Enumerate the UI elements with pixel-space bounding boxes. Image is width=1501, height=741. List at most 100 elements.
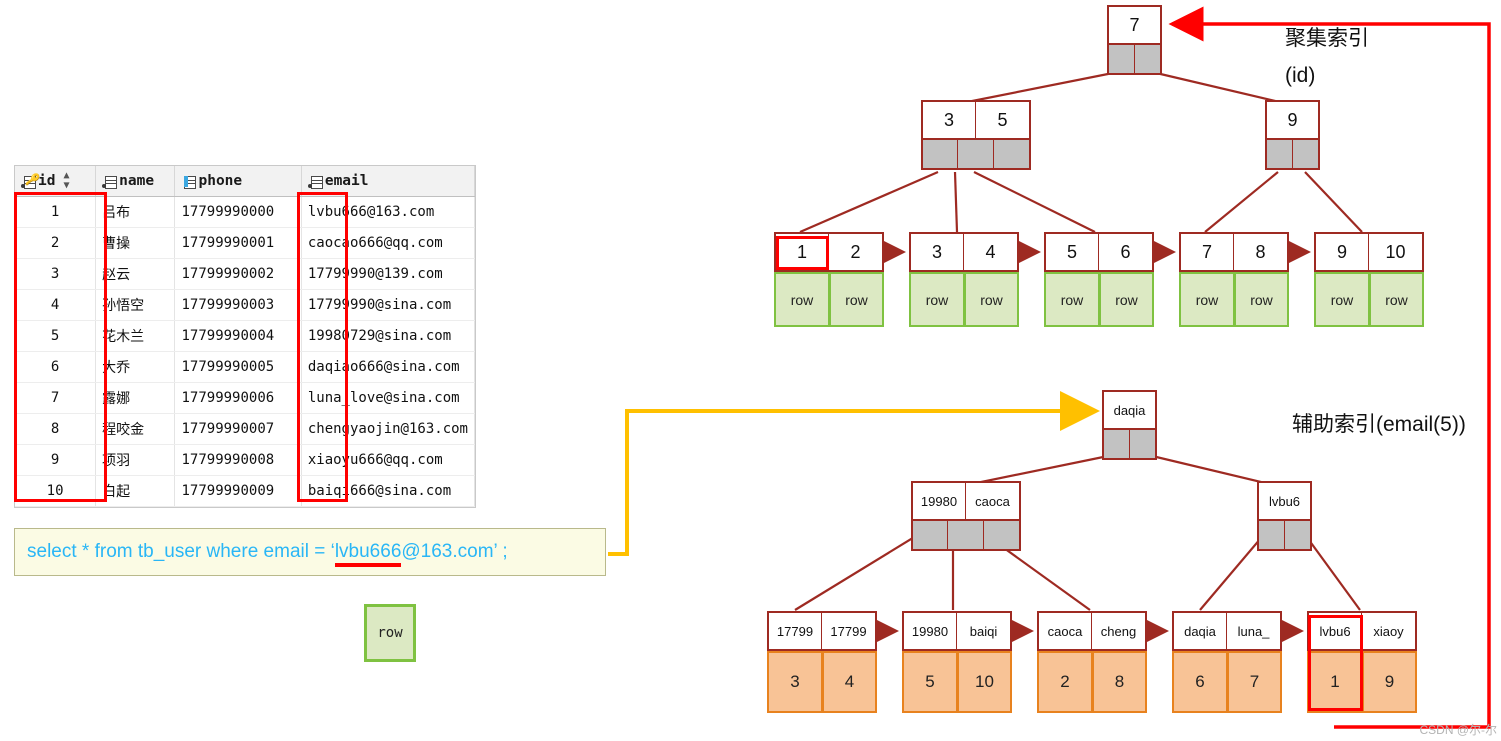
secondary-internal-node-left: 19980caoca <box>911 481 1021 551</box>
leaf-data-row: 28 <box>1037 651 1147 713</box>
cell-id[interactable]: 2 <box>15 228 96 259</box>
node-pointer-row <box>921 140 1031 170</box>
cell-id[interactable]: 1 <box>15 197 96 228</box>
cell-id[interactable]: 6 <box>15 352 96 383</box>
cell-name[interactable]: 项羽 <box>96 445 175 476</box>
cell-id[interactable]: 5 <box>15 321 96 352</box>
leaf-data-cell: 2 <box>1037 651 1092 713</box>
cell-name[interactable]: 曹操 <box>96 228 175 259</box>
column-header-name[interactable]: name <box>96 166 175 197</box>
cell-phone[interactable]: 17799990001 <box>175 228 301 259</box>
cell-id[interactable]: 3 <box>15 259 96 290</box>
node-key-cell: caoca <box>966 483 1019 519</box>
cell-email[interactable]: chengyaojin@163.com <box>301 414 474 445</box>
cell-email[interactable]: 17799990@139.com <box>301 259 474 290</box>
cell-email[interactable]: caocao666@qq.com <box>301 228 474 259</box>
cell-email[interactable]: 19980729@sina.com <box>301 321 474 352</box>
cell-phone[interactable]: 17799990003 <box>175 290 301 321</box>
cell-id[interactable]: 8 <box>15 414 96 445</box>
clustered-leaf-node: 78rowrow <box>1179 232 1289 327</box>
column-header-id[interactable]: 🔑 id ▲▼ <box>15 166 96 197</box>
leaf-key-row: 19980baiqi <box>902 611 1012 651</box>
secondary-root-node: daqia <box>1102 390 1157 460</box>
node-key-row: 35 <box>921 100 1031 140</box>
cell-phone[interactable]: 17799990006 <box>175 383 301 414</box>
column-header-email[interactable]: email <box>301 166 474 197</box>
secondary-internal-node-right: lvbu6 <box>1257 481 1312 551</box>
table-row[interactable]: 10白起17799990009baiqi666@sina.com <box>15 476 475 507</box>
node-key-cell: 9 <box>1267 102 1318 138</box>
sql-query-box[interactable]: select * from tb_user where email = ‘lvb… <box>14 528 606 576</box>
clustered-leaf-node: 910rowrow <box>1314 232 1424 327</box>
leaf-data-cell: 3 <box>767 651 822 713</box>
table-row[interactable]: 7露娜17799990006luna_love@sina.com <box>15 383 475 414</box>
cell-name[interactable]: 大乔 <box>96 352 175 383</box>
sql-to-secondary-index-arrow <box>608 411 1096 554</box>
leaf-data-cell: 5 <box>902 651 957 713</box>
node-pointer-cell <box>913 521 948 549</box>
leaf-key-cell: lvbu6 <box>1309 613 1362 649</box>
leaf-key-row: 78 <box>1179 232 1289 272</box>
node-pointer-cell <box>1259 521 1285 549</box>
node-pointer-row <box>1265 140 1320 170</box>
clustered-index-label: 聚集索引 <box>1285 22 1369 52</box>
cell-id[interactable]: 9 <box>15 445 96 476</box>
cell-phone[interactable]: 17799990004 <box>175 321 301 352</box>
leaf-key-cell: 19980 <box>904 613 957 649</box>
table-row[interactable]: 3赵云1779999000217799990@139.com <box>15 259 475 290</box>
leaf-data-cell: row <box>774 272 829 327</box>
cell-name[interactable]: 白起 <box>96 476 175 507</box>
user-data-table[interactable]: 🔑 id ▲▼ name phone <box>14 165 476 508</box>
cell-name[interactable]: 花木兰 <box>96 321 175 352</box>
leaf-data-row: rowrow <box>1179 272 1289 327</box>
leaf-key-cell: daqia <box>1174 613 1227 649</box>
leaf-key-cell: 17799 <box>769 613 822 649</box>
leaf-key-cell: cheng <box>1092 613 1145 649</box>
node-pointer-cell <box>958 140 993 168</box>
node-pointer-cell <box>994 140 1029 168</box>
table-row[interactable]: 4孙悟空1779999000317799990@sina.com <box>15 290 475 321</box>
cell-email[interactable]: luna_love@sina.com <box>301 383 474 414</box>
table-row[interactable]: 1吕布17799990000lvbu666@163.com <box>15 197 475 228</box>
node-key-row: 7 <box>1107 5 1162 45</box>
cell-name[interactable]: 孙悟空 <box>96 290 175 321</box>
column-header-name-label: name <box>119 173 154 189</box>
cell-name[interactable]: 赵云 <box>96 259 175 290</box>
table-row[interactable]: 8程咬金17799990007chengyaojin@163.com <box>15 414 475 445</box>
cell-phone[interactable]: 17799990009 <box>175 476 301 507</box>
leaf-data-cell: 10 <box>957 651 1012 713</box>
leaf-key-cell: 6 <box>1099 234 1152 270</box>
cell-email[interactable]: baiqi666@sina.com <box>301 476 474 507</box>
cell-email[interactable]: xiaoyu666@qq.com <box>301 445 474 476</box>
cell-phone[interactable]: 17799990008 <box>175 445 301 476</box>
cell-phone[interactable]: 17799990005 <box>175 352 301 383</box>
cell-email[interactable]: daqiao666@sina.com <box>301 352 474 383</box>
table-row[interactable]: 6大乔17799990005daqiao666@sina.com <box>15 352 475 383</box>
node-pointer-cell <box>1109 45 1135 73</box>
cell-phone[interactable]: 17799990007 <box>175 414 301 445</box>
cell-name[interactable]: 程咬金 <box>96 414 175 445</box>
column-header-phone[interactable]: phone <box>175 166 301 197</box>
table-row[interactable]: 2曹操17799990001caocao666@qq.com <box>15 228 475 259</box>
table-row[interactable]: 5花木兰1779999000419980729@sina.com <box>15 321 475 352</box>
cell-email[interactable]: 17799990@sina.com <box>301 290 474 321</box>
cell-email[interactable]: lvbu666@163.com <box>301 197 474 228</box>
sort-toggle-icon[interactable]: ▲▼ <box>63 171 69 191</box>
cell-id[interactable]: 4 <box>15 290 96 321</box>
leaf-data-cell: 1 <box>1307 651 1362 713</box>
row-legend-box: row <box>364 604 416 662</box>
watermark: CSDN @尔-尔 <box>1419 721 1497 738</box>
node-pointer-cell <box>1293 140 1318 168</box>
node-pointer-cell <box>1104 430 1130 458</box>
cell-name[interactable]: 露娜 <box>96 383 175 414</box>
leaf-key-row: 1779917799 <box>767 611 877 651</box>
node-key-cell: daqia <box>1104 392 1155 428</box>
cell-id[interactable]: 10 <box>15 476 96 507</box>
cell-phone[interactable]: 17799990000 <box>175 197 301 228</box>
cell-id[interactable]: 7 <box>15 383 96 414</box>
table-row[interactable]: 9项羽17799990008xiaoyu666@qq.com <box>15 445 475 476</box>
sql-query-text: select * from tb_user where email = ‘lvb… <box>27 541 508 563</box>
cell-name[interactable]: 吕布 <box>96 197 175 228</box>
cell-phone[interactable]: 17799990002 <box>175 259 301 290</box>
clustered-leaf-node: 34rowrow <box>909 232 1019 327</box>
